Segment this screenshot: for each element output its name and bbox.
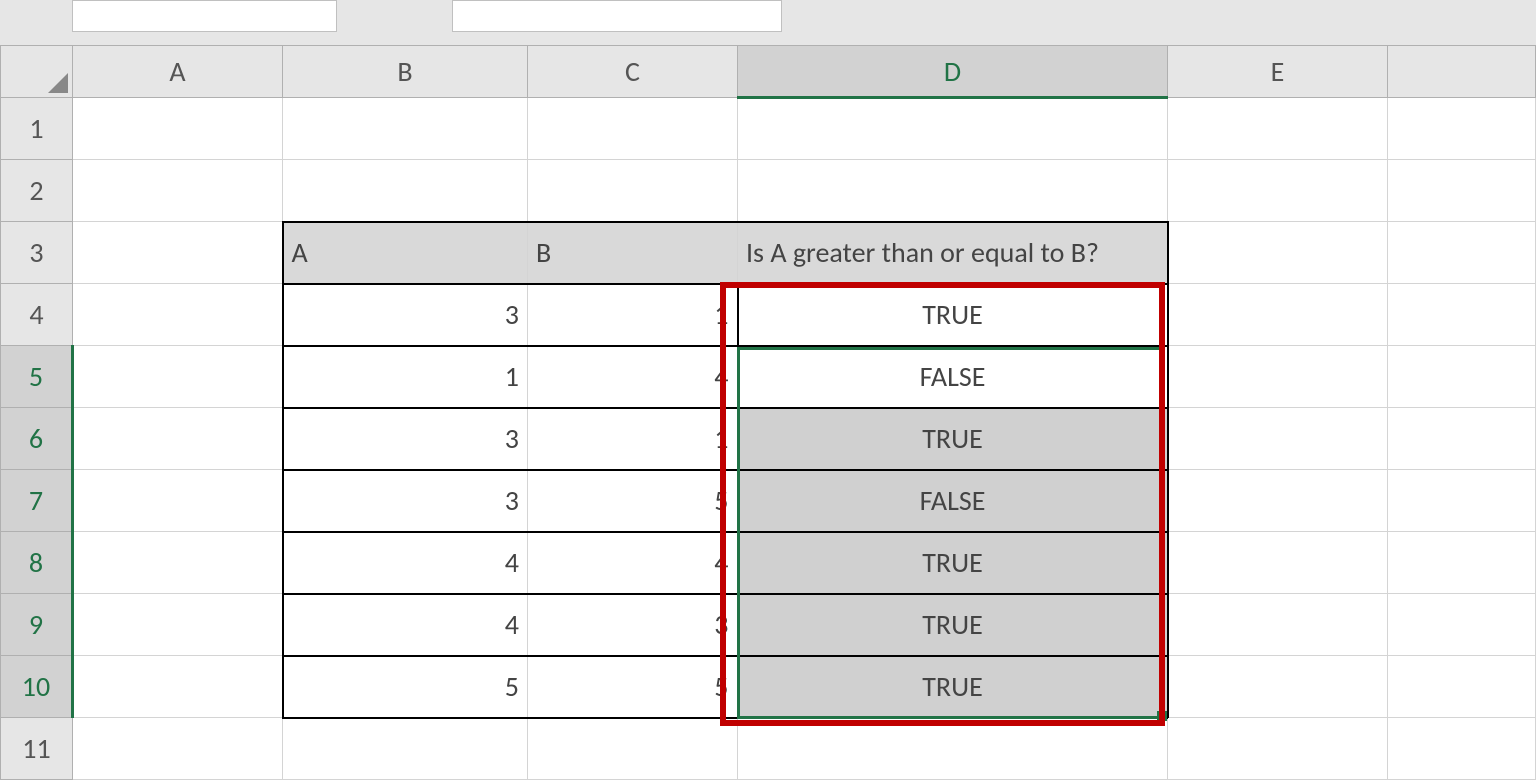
cell-E6[interactable] [1168,408,1388,470]
cell-C10[interactable]: 5 [528,656,738,718]
cell-C11[interactable] [528,718,738,780]
col-header-F[interactable] [1388,46,1536,98]
cell-E10[interactable] [1168,656,1388,718]
cell-C3[interactable]: B [528,222,738,284]
cell-E9[interactable] [1168,594,1388,656]
col-header-A[interactable]: A [73,46,283,98]
spreadsheet-grid[interactable]: A B C D E 1 2 [0,45,1536,782]
cell-B2[interactable] [283,160,528,222]
cell-A3[interactable] [73,222,283,284]
cell-F3[interactable] [1388,222,1536,284]
cell-D2[interactable] [738,160,1168,222]
cell-C7[interactable]: 5 [528,470,738,532]
cell-D10[interactable]: TRUE [738,656,1168,718]
row-header-8[interactable]: 8 [1,532,73,594]
row-header-7[interactable]: 7 [1,470,73,532]
fx-buttons[interactable] [352,0,442,32]
cell-F4[interactable] [1388,284,1536,346]
row-header-10[interactable]: 10 [1,656,73,718]
col-header-B[interactable]: B [283,46,528,98]
row-header-9[interactable]: 9 [1,594,73,656]
cell-F2[interactable] [1388,160,1536,222]
row-header-4[interactable]: 4 [1,284,73,346]
cell-C2[interactable] [528,160,738,222]
cell-A5[interactable] [73,346,283,408]
cell-D3[interactable]: Is A greater than or equal to B? [738,222,1168,284]
cell-A4[interactable] [73,284,283,346]
row-header-5[interactable]: 5 [1,346,73,408]
cell-A9[interactable] [73,594,283,656]
cell-E2[interactable] [1168,160,1388,222]
cell-C1[interactable] [528,98,738,160]
cell-B6[interactable]: 3 [283,408,528,470]
cell-F7[interactable] [1388,470,1536,532]
cell-F5[interactable] [1388,346,1536,408]
cell-E8[interactable] [1168,532,1388,594]
name-box[interactable] [72,0,337,32]
cell-C8[interactable]: 4 [528,532,738,594]
cell-F8[interactable] [1388,532,1536,594]
cell-A10[interactable] [73,656,283,718]
cell-D9[interactable]: TRUE [738,594,1168,656]
cell-A8[interactable] [73,532,283,594]
row-header-1[interactable]: 1 [1,98,73,160]
cell-F1[interactable] [1388,98,1536,160]
select-all-corner[interactable] [1,46,73,98]
cell-B4[interactable]: 3 [283,284,528,346]
cell-B3[interactable]: A [283,222,528,284]
row-header-2[interactable]: 2 [1,160,73,222]
col-header-E[interactable]: E [1168,46,1388,98]
col-header-C[interactable]: C [528,46,738,98]
cell-E5[interactable] [1168,346,1388,408]
formula-input[interactable] [452,0,782,32]
cell-B1[interactable] [283,98,528,160]
cell-F11[interactable] [1388,718,1536,780]
col-header-D[interactable]: D [738,46,1168,98]
cell-C5[interactable]: 4 [528,346,738,408]
cell-F9[interactable] [1388,594,1536,656]
cell-B7[interactable]: 3 [283,470,528,532]
cell-B10[interactable]: 5 [283,656,528,718]
cell-E3[interactable] [1168,222,1388,284]
cell-A6[interactable] [73,408,283,470]
cell-D4[interactable]: TRUE [738,284,1168,346]
cell-A2[interactable] [73,160,283,222]
cell-E4[interactable] [1168,284,1388,346]
cell-E11[interactable] [1168,718,1388,780]
cell-D8[interactable]: TRUE [738,532,1168,594]
cell-F10[interactable] [1388,656,1536,718]
cell-B5[interactable]: 1 [283,346,528,408]
cell-A11[interactable] [73,718,283,780]
cell-D6[interactable]: TRUE [738,408,1168,470]
cell-A1[interactable] [73,98,283,160]
cell-C9[interactable]: 3 [528,594,738,656]
cell-D7[interactable]: FALSE [738,470,1168,532]
cell-C4[interactable]: 1 [528,284,738,346]
cell-B11[interactable] [283,718,528,780]
cell-E7[interactable] [1168,470,1388,532]
cell-F6[interactable] [1388,408,1536,470]
cell-B9[interactable]: 4 [283,594,528,656]
column-headers-row: A B C D E [1,46,1536,98]
cell-B8[interactable]: 4 [283,532,528,594]
row-header-3[interactable]: 3 [1,222,73,284]
cell-C6[interactable]: 1 [528,408,738,470]
row-header-11[interactable]: 11 [1,718,73,780]
cell-E1[interactable] [1168,98,1388,160]
cell-D11[interactable] [738,718,1168,780]
cell-D5[interactable]: FALSE [738,346,1168,408]
row-header-6[interactable]: 6 [1,408,73,470]
cell-A7[interactable] [73,470,283,532]
cell-D1[interactable] [738,98,1168,160]
formula-bar-area [0,0,1536,45]
